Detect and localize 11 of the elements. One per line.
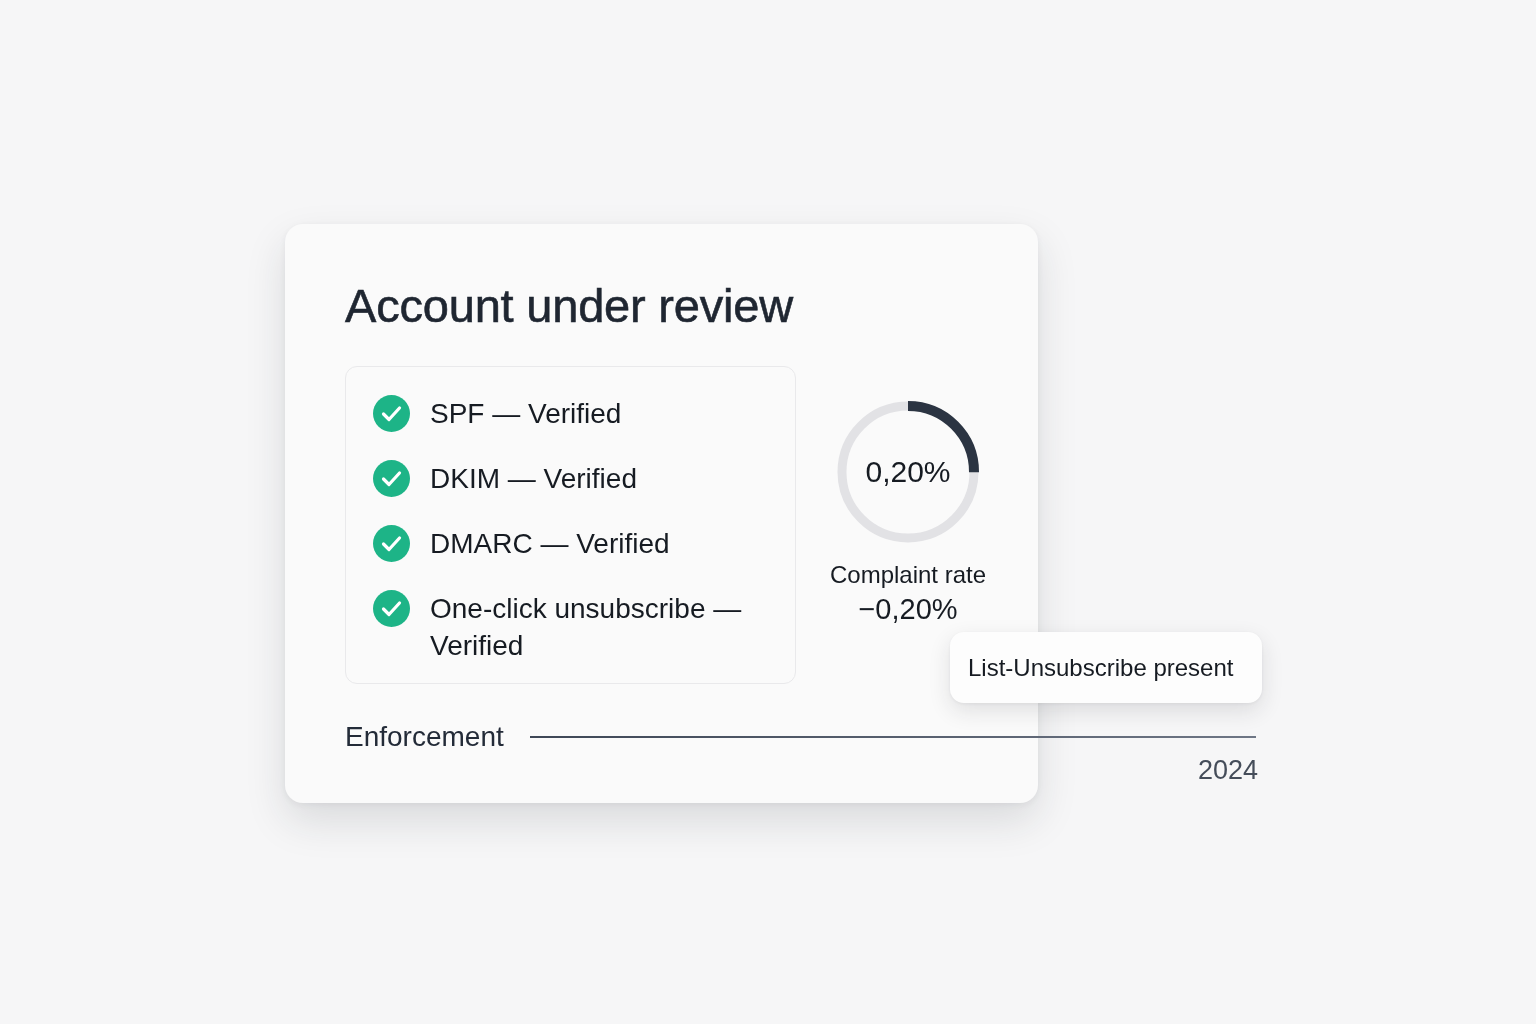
- card-title: Account under review: [345, 278, 793, 334]
- check-label: SPF — Verified: [430, 397, 622, 431]
- check-label: One-click unsubscribe — Verified: [430, 592, 743, 663]
- gauge-label: Complaint rate: [829, 560, 987, 590]
- check-label: DMARC — Verified: [430, 527, 670, 561]
- check-label: DKIM — Verified: [430, 462, 637, 496]
- timeline-label: Enforcement: [345, 720, 504, 754]
- tooltip: List-Unsubscribe present: [950, 632, 1262, 703]
- gauge-value: 0,20%: [865, 455, 951, 489]
- timeline-year: 2024: [1197, 754, 1258, 786]
- gauge-change: −0,20%: [858, 592, 958, 626]
